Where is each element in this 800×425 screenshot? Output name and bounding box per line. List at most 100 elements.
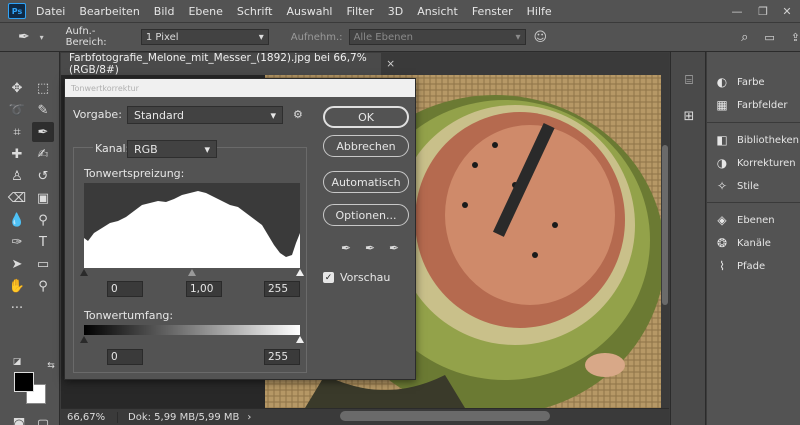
scrollbar-thumb[interactable] bbox=[662, 145, 668, 305]
photoshop-logo-icon[interactable]: Ps bbox=[8, 3, 26, 19]
default-colors-icon[interactable]: ◪ bbox=[6, 352, 28, 372]
quick-mask-icon[interactable]: ◙ bbox=[8, 414, 30, 425]
share-icon[interactable]: ⇪ bbox=[791, 31, 800, 44]
menu-bild[interactable]: Bild bbox=[154, 5, 175, 18]
search-icon[interactable]: ⌕ bbox=[741, 30, 748, 45]
gear-icon[interactable]: ⚙ bbox=[293, 108, 303, 121]
ok-button[interactable]: OK bbox=[323, 106, 409, 128]
panel-icon-column: ⌸ ⊞ bbox=[670, 52, 706, 425]
workspace-icon[interactable]: ▭ bbox=[764, 31, 774, 44]
path-select-icon[interactable]: ➤ bbox=[6, 254, 28, 274]
dodge-tool-icon[interactable]: ⚲ bbox=[32, 210, 54, 230]
move-tool-icon[interactable]: ✥ bbox=[6, 78, 28, 98]
close-icon[interactable]: × bbox=[386, 58, 395, 70]
panel-korrekturen[interactable]: ◑ Korrekturen bbox=[713, 153, 800, 173]
panel-farbe[interactable]: ◐ Farbe bbox=[713, 72, 800, 92]
black-eyedropper-icon[interactable]: ✒ bbox=[339, 241, 353, 255]
gradient-tool-icon[interactable]: ▣ bbox=[32, 188, 54, 208]
cancel-button[interactable]: Abbrechen bbox=[323, 135, 409, 157]
screen-mode-icon[interactable]: ▢ bbox=[32, 414, 54, 425]
gray-eyedropper-icon[interactable]: ✒ bbox=[363, 241, 377, 255]
white-eyedropper-icon[interactable]: ✒ bbox=[387, 241, 401, 255]
levels-dialog: Tonwertkorrektur Vorgabe: Standard ▾ ⚙ Ka… bbox=[64, 78, 416, 380]
document-tab[interactable]: Farbfotografie_Melone_mit_Messer_(1892).… bbox=[61, 52, 395, 76]
channel-select[interactable]: RGB ▾ bbox=[127, 140, 217, 158]
close-icon[interactable]: ✕ bbox=[774, 0, 800, 22]
menu-ebene[interactable]: Ebene bbox=[188, 5, 222, 18]
panel-farbfelder[interactable]: ▦ Farbfelder bbox=[713, 95, 800, 115]
menu-schrift[interactable]: Schrift bbox=[237, 5, 273, 18]
panel-stile[interactable]: ✧ Stile bbox=[713, 176, 800, 196]
panel-pfade[interactable]: ⌇ Pfade bbox=[713, 256, 800, 276]
document-size: Dok: 5,99 MB/5,99 MB bbox=[117, 411, 239, 423]
panel-kanaele[interactable]: ❂ Kanäle bbox=[713, 233, 800, 253]
eraser-tool-icon[interactable]: ⌫ bbox=[6, 188, 28, 208]
minimize-icon[interactable]: — bbox=[724, 0, 750, 22]
output-black-field[interactable]: 0 bbox=[107, 349, 143, 365]
panel-bibliotheken[interactable]: ◧ Bibliotheken bbox=[713, 130, 800, 150]
brush-tool-icon[interactable]: ✍ bbox=[32, 144, 54, 164]
shape-tool-icon[interactable]: ▭ bbox=[32, 254, 54, 274]
input-gamma-slider[interactable] bbox=[188, 269, 196, 276]
options-button[interactable]: Optionen... bbox=[323, 204, 409, 226]
eyedropper-icon[interactable]: ✒ bbox=[18, 29, 40, 45]
sample-layers-select[interactable]: Alle Ebenen ▾ bbox=[348, 29, 526, 45]
properties-panel-icon[interactable]: ⊞ bbox=[679, 106, 699, 126]
status-menu-arrow-icon[interactable]: › bbox=[247, 412, 251, 423]
options-bar: ✒ ▾ Aufn.-Bereich: 1 Pixel ▾ Aufnehm.: Al… bbox=[0, 22, 800, 52]
menu-bearbeiten[interactable]: Bearbeiten bbox=[79, 5, 139, 18]
menu-3d[interactable]: 3D bbox=[388, 5, 403, 18]
maximize-icon[interactable]: ❐ bbox=[750, 0, 776, 22]
output-white-field[interactable]: 255 bbox=[264, 349, 300, 365]
input-gamma-field[interactable]: 1,00 bbox=[186, 281, 222, 297]
pen-tool-icon[interactable]: ✑ bbox=[6, 232, 28, 252]
menu-datei[interactable]: Datei bbox=[36, 5, 65, 18]
horizontal-scrollbar-thumb[interactable] bbox=[340, 411, 550, 421]
chevron-down-icon[interactable]: ▾ bbox=[40, 33, 44, 42]
eyedropper-tool-icon[interactable]: ✒ bbox=[32, 122, 54, 142]
vertical-scrollbar[interactable] bbox=[661, 75, 669, 408]
lasso-tool-icon[interactable]: ➰ bbox=[6, 100, 28, 120]
menu-hilfe[interactable]: Hilfe bbox=[527, 5, 552, 18]
zoom-tool-icon[interactable]: ⚲ bbox=[32, 276, 54, 296]
preset-select[interactable]: Standard ▾ bbox=[127, 106, 283, 124]
color-wheel-icon: ◐ bbox=[716, 75, 728, 89]
panel-divider bbox=[707, 122, 800, 123]
smiley-icon[interactable]: ☺ bbox=[534, 30, 548, 45]
history-brush-icon[interactable]: ↺ bbox=[32, 166, 54, 186]
auto-button[interactable]: Automatisch bbox=[323, 171, 409, 193]
menu-auswahl[interactable]: Auswahl bbox=[286, 5, 332, 18]
swap-colors-icon[interactable]: ⇆ bbox=[40, 356, 62, 376]
stamp-tool-icon[interactable]: ♙ bbox=[6, 166, 28, 186]
type-tool-icon[interactable]: T bbox=[32, 232, 54, 252]
menu-ansicht[interactable]: Ansicht bbox=[417, 5, 458, 18]
dialog-title[interactable]: Tonwertkorrektur bbox=[65, 79, 415, 97]
output-levels-label: Tonwertumfang: bbox=[84, 309, 174, 322]
healing-tool-icon[interactable]: ✚ bbox=[6, 144, 28, 164]
preview-label[interactable]: Vorschau bbox=[340, 271, 390, 284]
chevron-down-icon: ▾ bbox=[270, 108, 276, 122]
preview-checkbox[interactable]: ✓ bbox=[323, 272, 334, 283]
output-black-slider[interactable] bbox=[80, 336, 88, 343]
panel-ebenen[interactable]: ◈ Ebenen bbox=[713, 210, 800, 230]
history-panel-icon[interactable]: ⌸ bbox=[679, 70, 699, 90]
marquee-tool-icon[interactable]: ⬚ bbox=[32, 78, 54, 98]
input-black-slider[interactable] bbox=[80, 269, 88, 276]
blur-tool-icon[interactable]: 💧 bbox=[6, 210, 28, 230]
sample-size-select[interactable]: 1 Pixel ▾ bbox=[140, 29, 269, 45]
menu-filter[interactable]: Filter bbox=[346, 5, 373, 18]
input-white-slider[interactable] bbox=[296, 269, 304, 276]
hand-tool-icon[interactable]: ✋ bbox=[6, 276, 28, 296]
adjustments-icon: ◑ bbox=[716, 156, 728, 170]
output-white-slider[interactable] bbox=[296, 336, 304, 343]
zoom-level[interactable]: 66,67% bbox=[61, 412, 117, 423]
crop-tool-icon[interactable]: ⌗ bbox=[6, 122, 28, 142]
quick-select-icon[interactable]: ✎ bbox=[32, 100, 54, 120]
sample-size-label: Aufn.-Bereich: bbox=[65, 26, 107, 48]
more-tools-icon[interactable]: ··· bbox=[6, 298, 28, 318]
input-black-field[interactable]: 0 bbox=[107, 281, 143, 297]
input-white-field[interactable]: 255 bbox=[264, 281, 300, 297]
menu-fenster[interactable]: Fenster bbox=[472, 5, 513, 18]
foreground-color-swatch[interactable] bbox=[14, 372, 34, 392]
layers-icon: ◈ bbox=[717, 213, 727, 227]
